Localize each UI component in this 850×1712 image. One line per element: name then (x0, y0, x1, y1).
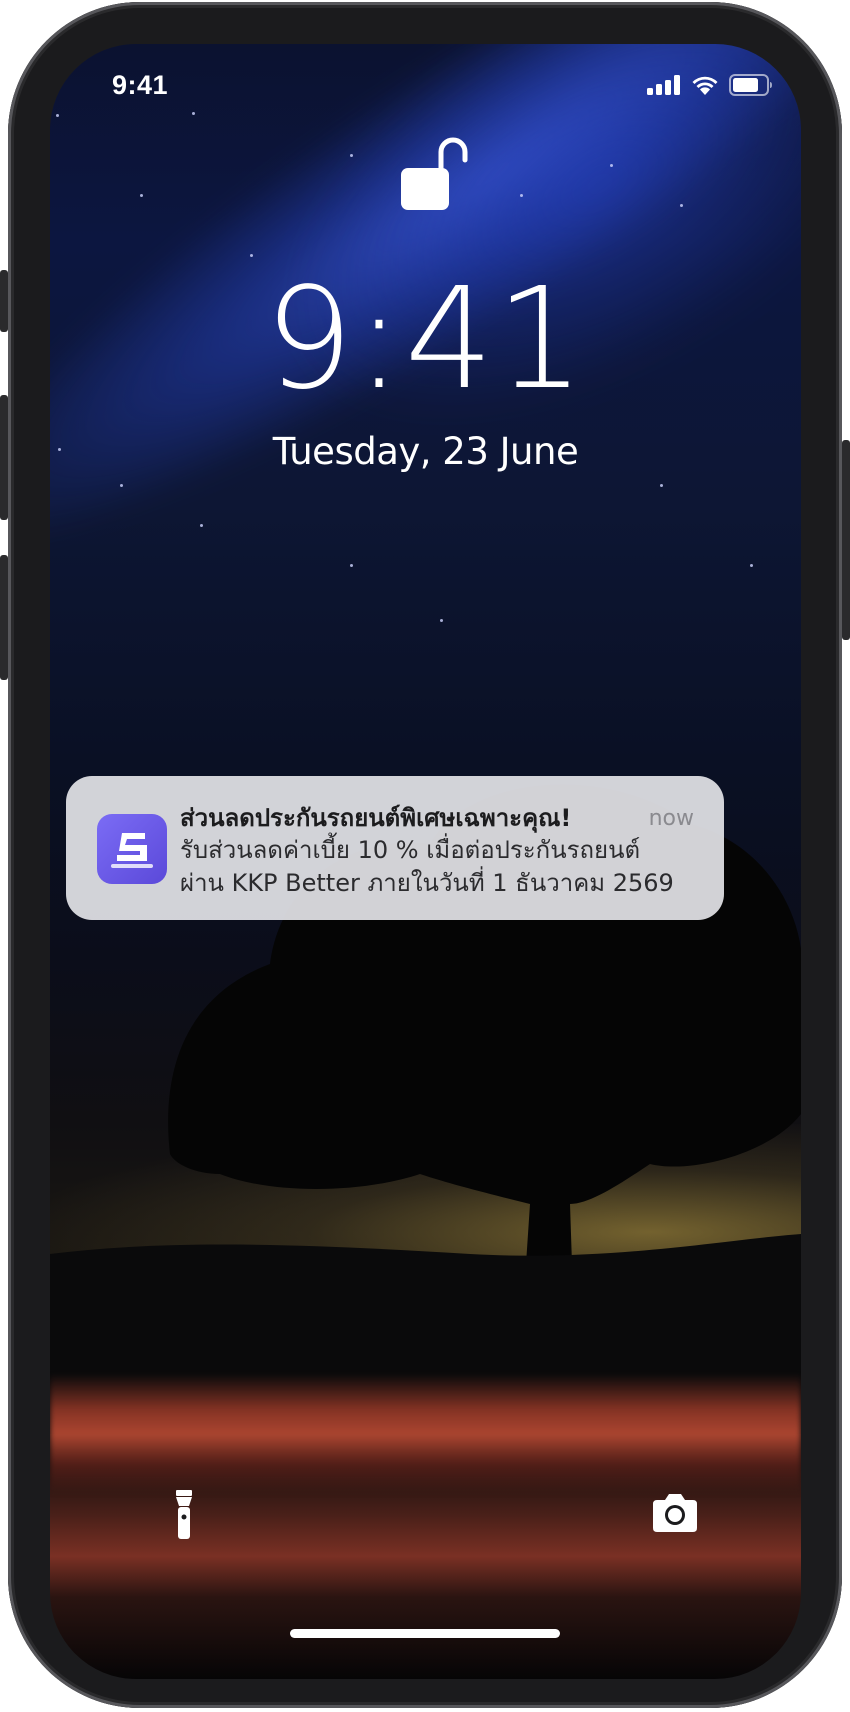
star (192, 112, 195, 115)
lock-screen-clock: 9:41 (264, 258, 587, 421)
star (350, 564, 353, 567)
wallpaper-grass (50, 1374, 801, 1494)
status-icons (647, 74, 773, 96)
volume-up-button (0, 395, 8, 520)
wifi-icon (692, 76, 718, 95)
notification-title: ส่วนลดประกันรถยนต์พิเศษเฉพาะคุณ! (180, 804, 572, 832)
star (750, 564, 753, 567)
star (610, 164, 613, 167)
ringer-switch (0, 270, 8, 332)
notification-body-line: ผ่าน KKP Better ภายในวันที่ 1 ธันวาคม 25… (180, 869, 674, 897)
battery-icon (729, 74, 772, 96)
home-indicator[interactable] (290, 1629, 560, 1638)
volume-down-button (0, 555, 8, 680)
unlocked-padlock-icon[interactable] (401, 134, 471, 210)
star (680, 204, 683, 207)
status-time: 9:41 (112, 70, 169, 100)
star (140, 194, 143, 197)
star (250, 254, 253, 257)
notification-banner[interactable]: ส่วนลดประกันรถยนต์พิเศษเฉพาะคุณ! now รับ… (66, 776, 724, 920)
notification-body: รับส่วนลดค่าเบี้ย 10 % เมื่อต่อประกันรถย… (180, 834, 710, 900)
notification-time: now (648, 806, 694, 831)
lock-screen: 9:41 9:41 Tuesday, 23 June ส่วนลดประกันร… (50, 44, 801, 1679)
star (200, 524, 203, 527)
star (56, 114, 59, 117)
star (350, 154, 353, 157)
lock-screen-date: Tuesday, 23 June (272, 430, 579, 473)
cellular-signal-icon (647, 75, 680, 95)
notification-body-line: รับส่วนลดค่าเบี้ย 10 % เมื่อต่อประกันรถย… (180, 836, 641, 864)
power-button (842, 440, 850, 640)
star (120, 484, 123, 487)
star (520, 194, 523, 197)
camera-icon[interactable] (645, 1484, 705, 1544)
star (440, 619, 443, 622)
flashlight-icon[interactable] (154, 1484, 214, 1544)
star (660, 484, 663, 487)
kkp-better-app-icon (97, 814, 167, 884)
